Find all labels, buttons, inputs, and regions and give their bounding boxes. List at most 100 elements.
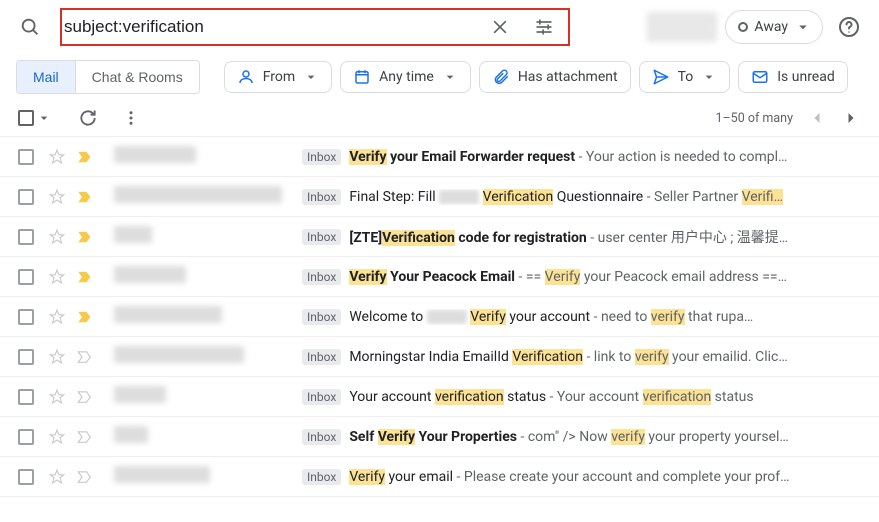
chip-label: To [678, 69, 694, 85]
more-button[interactable] [122, 109, 140, 127]
inbox-label: Inbox [302, 189, 341, 205]
email-row[interactable]: Inbox Welcome to Verify your account - n… [0, 297, 879, 337]
importance-icon[interactable] [76, 148, 94, 166]
row-content: Inbox Verify your email - Please create … [302, 469, 861, 485]
search-options-button[interactable] [524, 7, 564, 47]
chip-label: From [263, 69, 295, 85]
pager-prev[interactable] [807, 108, 827, 128]
sender [114, 386, 302, 407]
subject-line: Verify your Email Forwarder request - Yo… [349, 149, 787, 165]
star-icon[interactable] [48, 388, 66, 406]
chip-has-attachment[interactable]: Has attachment [479, 61, 631, 93]
row-checkbox[interactable] [18, 349, 34, 365]
importance-icon[interactable] [76, 228, 94, 246]
row-content: Inbox Your account verification status -… [302, 389, 861, 405]
sender [114, 346, 302, 367]
tab-mail[interactable]: Mail [17, 61, 75, 93]
sender [114, 306, 302, 327]
sender [114, 146, 302, 167]
row-checkbox[interactable] [18, 429, 34, 445]
star-icon[interactable] [48, 428, 66, 446]
email-row[interactable]: Inbox [ZTE]Verification code for registr… [0, 217, 879, 257]
send-icon [652, 68, 670, 86]
subject-line: Verify your email - Please create your a… [349, 469, 789, 485]
subject-line: [ZTE]Verification code for registration … [349, 227, 788, 247]
email-row[interactable]: Inbox Verify Your Peacock Email - == Ver… [0, 257, 879, 297]
chevron-down-icon [794, 18, 812, 36]
search-box [60, 8, 570, 46]
calendar-icon [353, 68, 371, 86]
subject-line: Verify Your Peacock Email - == Verify yo… [349, 269, 787, 285]
chip-label: Is unread [777, 69, 835, 85]
chip-any-time[interactable]: Any time [340, 61, 471, 93]
chevron-down-icon [36, 110, 52, 126]
row-checkbox[interactable] [18, 269, 34, 285]
importance-icon[interactable] [76, 468, 94, 486]
row-checkbox[interactable] [18, 309, 34, 325]
person-icon [237, 68, 255, 86]
email-list: Inbox Verify your Email Forwarder reques… [0, 137, 879, 497]
star-icon[interactable] [48, 308, 66, 326]
help-button[interactable] [831, 9, 867, 45]
row-content: Inbox Welcome to Verify your account - n… [302, 309, 861, 325]
chevron-down-icon [442, 69, 458, 85]
row-checkbox[interactable] [18, 389, 34, 405]
status-chip[interactable]: Away [725, 10, 823, 44]
chip-from[interactable]: From [224, 61, 332, 93]
email-row[interactable]: Inbox Morningstar India EmailId Verifica… [0, 337, 879, 377]
sender [114, 426, 302, 447]
email-row[interactable]: Inbox Verify your email - Please create … [0, 457, 879, 497]
inbox-label: Inbox [302, 309, 341, 325]
email-row[interactable]: Inbox Self Verify Your Properties - com"… [0, 417, 879, 457]
importance-icon[interactable] [76, 428, 94, 446]
chip-is-unread[interactable]: Is unread [738, 61, 848, 93]
star-icon[interactable] [48, 468, 66, 486]
importance-icon[interactable] [76, 188, 94, 206]
importance-icon[interactable] [76, 268, 94, 286]
search-icon [8, 16, 52, 38]
inbox-label: Inbox [302, 229, 341, 245]
search-input[interactable] [62, 13, 480, 41]
pager-next[interactable] [841, 108, 861, 128]
importance-icon[interactable] [76, 388, 94, 406]
star-icon[interactable] [48, 148, 66, 166]
refresh-button[interactable] [78, 108, 98, 128]
clear-search-button[interactable] [480, 7, 520, 47]
email-row[interactable]: Inbox Verify your Email Forwarder reques… [0, 137, 879, 177]
chip-label: Has attachment [518, 69, 618, 85]
row-content: Inbox Verify your Email Forwarder reques… [302, 149, 861, 165]
row-content: Inbox Verify Your Peacock Email - == Ver… [302, 269, 861, 285]
inbox-label: Inbox [302, 469, 341, 485]
row-checkbox[interactable] [18, 149, 34, 165]
row-content: Inbox Self Verify Your Properties - com"… [302, 429, 861, 445]
inbox-label: Inbox [302, 429, 341, 445]
chevron-down-icon [303, 69, 319, 85]
chip-to[interactable]: To [639, 61, 731, 93]
importance-icon[interactable] [76, 348, 94, 366]
filter-bar: Mail Chat & Rooms From Any time Has atta… [0, 54, 879, 104]
inbox-label: Inbox [302, 389, 341, 405]
sender [114, 186, 302, 207]
star-icon[interactable] [48, 228, 66, 246]
importance-icon[interactable] [76, 308, 94, 326]
filter-chips: From Any time Has attachment To Is unrea… [224, 61, 848, 93]
subject-line: Self Verify Your Properties - com" /> No… [349, 429, 788, 445]
mail-icon [751, 68, 769, 86]
row-content: Inbox Final Step: Fill Verification Ques… [302, 189, 861, 205]
star-icon[interactable] [48, 348, 66, 366]
tab-chat-rooms[interactable]: Chat & Rooms [75, 61, 199, 93]
star-icon[interactable] [48, 188, 66, 206]
subject-line: Morningstar India EmailId Verification -… [349, 349, 787, 365]
row-checkbox[interactable] [18, 229, 34, 245]
select-all-checkbox[interactable] [18, 110, 52, 126]
email-row[interactable]: Inbox Your account verification status -… [0, 377, 879, 417]
row-checkbox[interactable] [18, 469, 34, 485]
row-checkbox[interactable] [18, 189, 34, 205]
list-toolbar: 1–50 of many [0, 104, 879, 137]
inbox-label: Inbox [302, 269, 341, 285]
sender [114, 226, 302, 247]
chevron-down-icon [701, 69, 717, 85]
sender [114, 266, 302, 287]
email-row[interactable]: Inbox Final Step: Fill Verification Ques… [0, 177, 879, 217]
star-icon[interactable] [48, 268, 66, 286]
